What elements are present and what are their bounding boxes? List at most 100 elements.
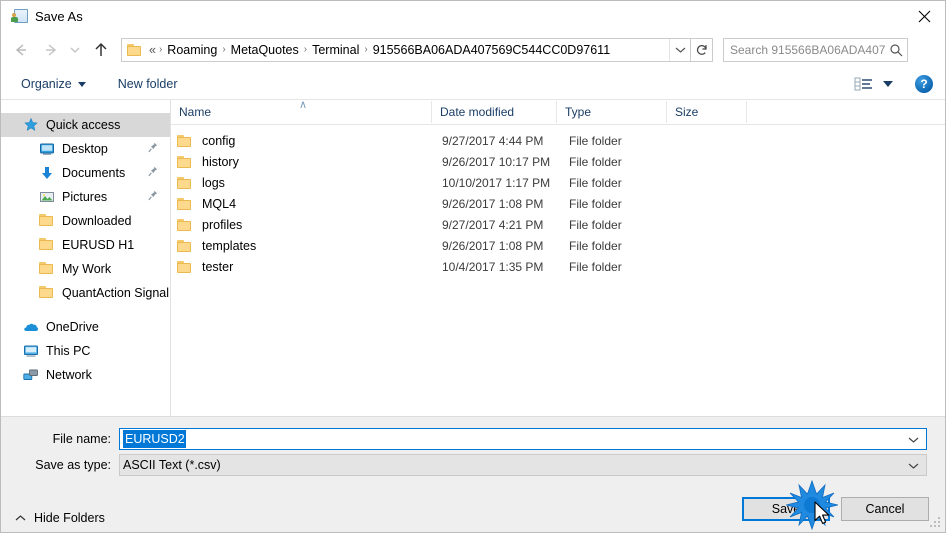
address-bar[interactable]: « › Roaming › MetaQuotes › Terminal › 91…: [121, 38, 691, 62]
pin-icon[interactable]: [148, 166, 158, 180]
help-button[interactable]: ?: [915, 75, 933, 93]
up-arrow-icon: [95, 42, 107, 56]
table-row[interactable]: config 9/27/2017 4:44 PM File folder: [171, 130, 945, 151]
pictures-icon: [39, 189, 55, 205]
column-header-type[interactable]: Type: [557, 101, 667, 123]
file-name: templates: [202, 238, 257, 253]
table-row[interactable]: MQL4 9/26/2017 1:08 PM File folder: [171, 193, 945, 214]
close-icon: [918, 10, 930, 22]
sidebar-item-my-work[interactable]: My Work: [1, 257, 170, 281]
column-headers: Name ∧ Date modified Type Size: [171, 100, 945, 125]
back-arrow-icon: [15, 44, 26, 56]
organize-button[interactable]: Organize: [15, 73, 92, 95]
breadcrumb-item-roaming[interactable]: Roaming: [163, 39, 221, 61]
chevron-down-icon[interactable]: [908, 459, 919, 473]
back-button[interactable]: [9, 38, 33, 62]
file-type: File folder: [569, 175, 622, 190]
sidebar-item-label: Documents: [62, 166, 126, 180]
save-as-type-select[interactable]: ASCII Text (*.csv): [119, 454, 927, 476]
recent-locations-icon: [70, 47, 80, 53]
file-date: 9/26/2017 10:17 PM: [442, 154, 551, 169]
column-header-size[interactable]: Size: [667, 101, 747, 123]
breadcrumb-prefix[interactable]: «: [147, 39, 158, 61]
sort-ascending-icon: ∧: [299, 100, 308, 111]
chevron-up-icon: [15, 511, 26, 525]
sidebar-item-pictures[interactable]: Pictures: [1, 185, 170, 209]
column-header-date-modified[interactable]: Date modified: [432, 101, 557, 123]
up-button[interactable]: [89, 38, 113, 62]
title-bar: Save As: [1, 1, 945, 31]
table-row[interactable]: tester 10/4/2017 1:35 PM File folder: [171, 256, 945, 277]
documents-icon: [39, 165, 55, 181]
chevron-down-icon: [675, 47, 685, 53]
search-input[interactable]: Search 915566BA06ADA40756...: [724, 43, 885, 57]
sidebar-item-label: Downloaded: [62, 214, 132, 228]
command-bar: Organize New folder ?: [1, 69, 945, 100]
close-button[interactable]: [901, 1, 945, 31]
hide-folders-label: Hide Folders: [34, 511, 105, 525]
folder-icon: [177, 176, 193, 190]
file-name: tester: [202, 259, 234, 274]
sidebar-item-onedrive[interactable]: OneDrive: [1, 315, 170, 339]
breadcrumb-item-terminal-id[interactable]: 915566BA06ADA407569C544CC0D97611: [369, 39, 614, 61]
file-date: 10/4/2017 1:35 PM: [442, 259, 544, 274]
new-folder-button[interactable]: New folder: [112, 73, 184, 95]
pin-icon[interactable]: [148, 190, 158, 204]
table-row[interactable]: logs 10/10/2017 1:17 PM File folder: [171, 172, 945, 193]
column-header-label: Type: [565, 105, 592, 119]
breadcrumb-item-terminal[interactable]: Terminal: [308, 39, 363, 61]
sidebar-item-this-pc[interactable]: This PC: [1, 339, 170, 363]
hide-folders-button[interactable]: Hide Folders: [15, 511, 105, 525]
column-header-name[interactable]: Name ∧: [171, 100, 432, 123]
sidebar-item-downloaded[interactable]: Downloaded: [1, 209, 170, 233]
address-dropdown-button[interactable]: [669, 39, 690, 61]
table-row[interactable]: history 9/26/2017 10:17 PM File folder: [171, 151, 945, 172]
save-as-icon: [11, 8, 28, 24]
cancel-button[interactable]: Cancel: [841, 497, 929, 521]
folder-icon: [39, 261, 55, 277]
sidebar-item-desktop[interactable]: Desktop: [1, 137, 170, 161]
save-as-dialog: Save As « › Roaming › MetaQuotes › Termi…: [0, 0, 946, 533]
column-header-label: Date modified: [440, 105, 515, 119]
table-row[interactable]: profiles 9/27/2017 4:21 PM File folder: [171, 214, 945, 235]
search-box[interactable]: Search 915566BA06ADA40756...: [723, 38, 908, 62]
view-dropdown-button[interactable]: [883, 81, 893, 87]
command-bar-right: ?: [854, 75, 933, 93]
file-name-row: File name: EURUSD2: [1, 428, 945, 450]
refresh-button[interactable]: [691, 38, 713, 62]
search-icon: [885, 43, 907, 57]
save-button[interactable]: Save: [742, 497, 830, 521]
this-pc-icon: [23, 343, 39, 359]
view-layout-icon[interactable]: [854, 76, 874, 92]
folder-icon: [177, 218, 193, 232]
forward-button[interactable]: [39, 38, 63, 62]
save-as-type-value: ASCII Text (*.csv): [123, 458, 221, 472]
sidebar-item-documents[interactable]: Documents: [1, 161, 170, 185]
star-icon: [23, 117, 39, 133]
chevron-down-icon: [77, 81, 86, 87]
sidebar-item-quantaction-signal[interactable]: QuantAction Signal: [1, 281, 170, 305]
column-header-label: Name: [179, 105, 212, 119]
folder-icon: [39, 285, 55, 301]
breadcrumb-item-metaquotes[interactable]: MetaQuotes: [227, 39, 303, 61]
sidebar-item-network[interactable]: Network: [1, 363, 170, 387]
sidebar-item-quick-access[interactable]: Quick access: [1, 113, 170, 137]
sidebar-item-label: Network: [46, 368, 92, 382]
sidebar-item-label: Pictures: [62, 190, 108, 204]
folder-icon: [177, 155, 193, 169]
cancel-button-label: Cancel: [865, 502, 905, 516]
new-folder-label: New folder: [117, 77, 178, 91]
pin-icon[interactable]: [148, 142, 158, 156]
file-type: File folder: [569, 238, 622, 253]
sidebar-item-eurusd-h1[interactable]: EURUSD H1: [1, 233, 170, 257]
file-date: 9/27/2017 4:21 PM: [442, 217, 544, 232]
recent-locations-button[interactable]: [67, 38, 83, 62]
save-as-type-label: Save as type:: [35, 458, 111, 472]
folder-icon: [177, 260, 193, 274]
chevron-down-icon[interactable]: [908, 433, 919, 447]
table-row[interactable]: templates 9/26/2017 1:08 PM File folder: [171, 235, 945, 256]
file-name-input[interactable]: EURUSD2: [119, 428, 927, 450]
onedrive-icon: [23, 319, 39, 335]
resize-grip-icon[interactable]: [930, 517, 942, 529]
refresh-icon: [696, 45, 707, 55]
